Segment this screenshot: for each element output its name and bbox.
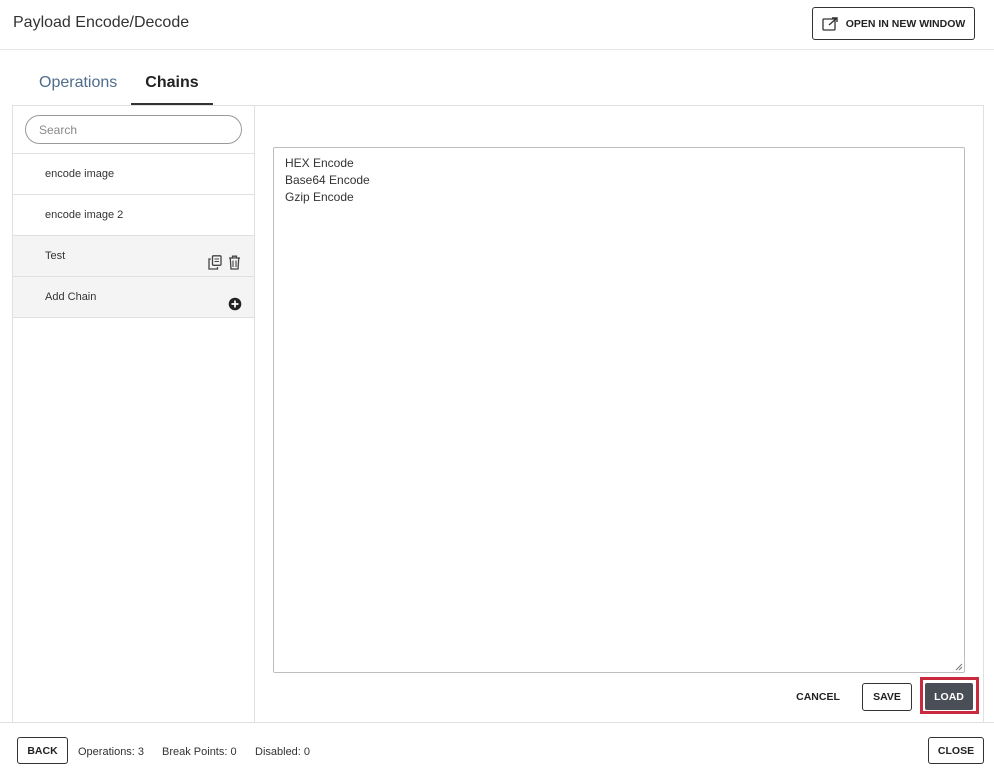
open-in-new-window-button[interactable]: OPEN IN NEW WINDOW <box>812 7 975 40</box>
chain-operations-textarea[interactable]: HEX Encode Base64 Encode Gzip Encode <box>273 147 965 673</box>
save-button[interactable]: SAVE <box>862 683 912 711</box>
tab-bar: Operations Chains <box>25 66 213 105</box>
chain-item-encode-image[interactable]: encode image <box>13 154 254 195</box>
chain-list-sidebar: encode image encode image 2 Test <box>13 106 255 722</box>
operation-line: Base64 Encode <box>285 173 370 187</box>
open-in-new-window-label: OPEN IN NEW WINDOW <box>845 17 966 30</box>
search-input[interactable] <box>25 115 242 144</box>
chain-item-test[interactable]: Test <box>13 236 254 277</box>
back-button[interactable]: BACK <box>17 737 68 764</box>
footer: BACK Operations: 3 Break Points: 0 Disab… <box>0 722 994 774</box>
header: Payload Encode/Decode OPEN IN NEW WINDOW <box>0 0 994 50</box>
chain-item-encode-image-2[interactable]: encode image 2 <box>13 195 254 236</box>
search-container <box>13 106 254 154</box>
load-button[interactable]: LOAD <box>925 683 973 710</box>
open-external-icon <box>822 16 838 31</box>
plus-circle-icon[interactable] <box>228 288 242 311</box>
add-chain-label: Add Chain <box>45 291 97 303</box>
resize-grip-icon[interactable] <box>954 662 963 671</box>
chain-item-label: encode image 2 <box>45 209 124 221</box>
operation-line: Gzip Encode <box>285 190 354 204</box>
break-points-count: Break Points: 0 <box>162 746 237 758</box>
chain-item-label: Test <box>45 250 66 262</box>
chains-panel: encode image encode image 2 Test <box>12 105 984 722</box>
copy-icon[interactable] <box>208 247 222 270</box>
add-chain-item[interactable]: Add Chain <box>13 277 254 318</box>
disabled-count: Disabled: 0 <box>255 746 311 758</box>
page-title: Payload Encode/Decode <box>13 14 190 31</box>
chain-item-label: encode image <box>45 168 115 180</box>
operations-count: Operations: 3 <box>78 746 145 758</box>
cancel-button[interactable]: CANCEL <box>793 684 843 710</box>
tab-operations[interactable]: Operations <box>25 66 131 105</box>
close-button[interactable]: CLOSE <box>928 737 984 764</box>
operation-line: HEX Encode <box>285 156 354 170</box>
tab-chains[interactable]: Chains <box>131 66 213 105</box>
trash-icon[interactable] <box>228 247 242 270</box>
